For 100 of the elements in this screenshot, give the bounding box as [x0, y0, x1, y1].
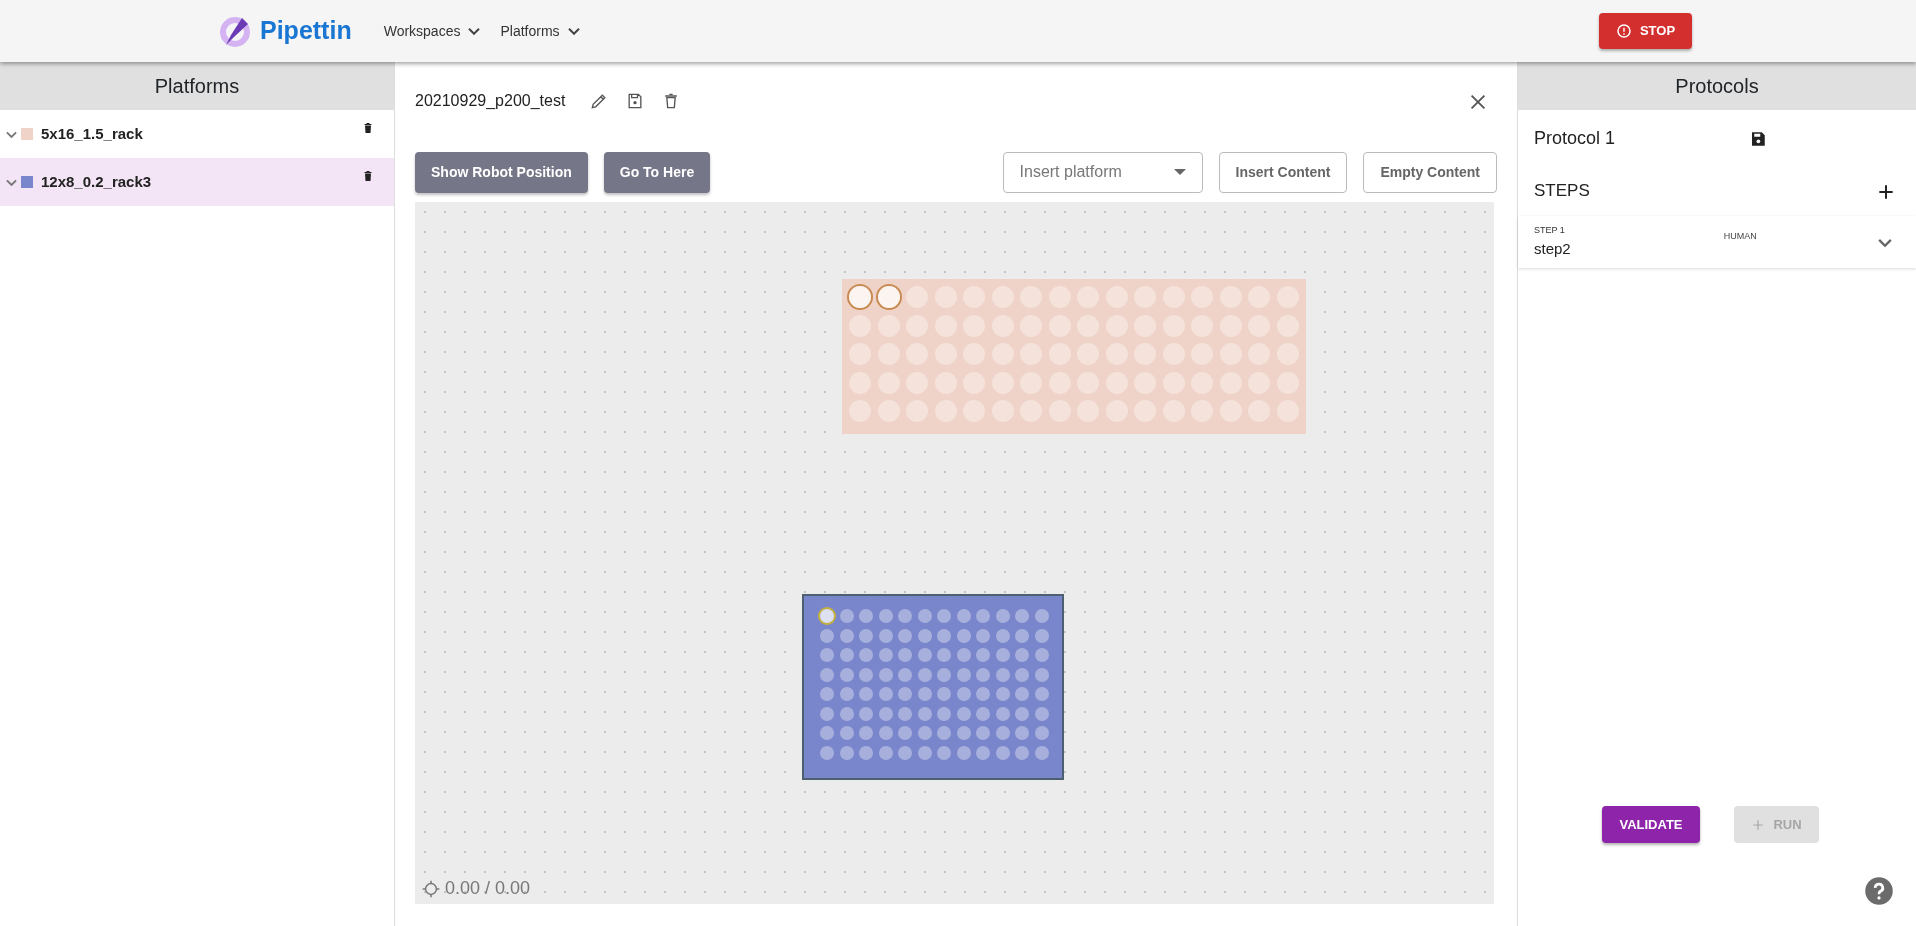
well[interactable]	[839, 667, 854, 682]
well[interactable]	[859, 706, 873, 721]
platform-item[interactable]: 5x16_1.5_rack	[0, 110, 394, 158]
well[interactable]	[995, 706, 1010, 721]
well[interactable]	[956, 706, 971, 721]
well[interactable]	[839, 687, 854, 701]
step-card[interactable]: STEP 1 step2 HUMAN	[1518, 216, 1916, 268]
well[interactable]	[937, 745, 951, 760]
well[interactable]	[1015, 745, 1029, 760]
well[interactable]	[1034, 648, 1049, 662]
well[interactable]	[956, 745, 971, 760]
well[interactable]	[1015, 726, 1029, 740]
action-button[interactable]: Show Robot Position	[415, 151, 588, 193]
chevron-down-icon[interactable]	[6, 130, 17, 138]
save-icon[interactable]	[1749, 129, 1768, 148]
well[interactable]	[839, 706, 854, 721]
well[interactable]	[898, 667, 912, 682]
well[interactable]	[937, 667, 951, 682]
well[interactable]	[820, 628, 834, 643]
well[interactable]	[859, 687, 873, 701]
well[interactable]	[898, 628, 912, 643]
well[interactable]	[995, 667, 1010, 682]
well[interactable]	[1034, 745, 1049, 760]
well[interactable]	[956, 628, 971, 643]
well[interactable]	[995, 745, 1010, 760]
well[interactable]	[995, 628, 1010, 643]
well[interactable]	[878, 726, 893, 740]
well[interactable]	[917, 726, 932, 740]
well[interactable]	[976, 745, 990, 760]
well[interactable]	[1034, 609, 1049, 623]
well[interactable]	[937, 628, 951, 643]
well[interactable]	[976, 609, 990, 623]
well[interactable]	[1015, 648, 1029, 662]
well[interactable]	[976, 667, 990, 682]
well[interactable]	[859, 609, 873, 623]
well[interactable]	[1015, 609, 1029, 623]
well[interactable]	[859, 745, 873, 760]
well[interactable]	[839, 648, 854, 662]
well[interactable]	[839, 609, 854, 623]
well[interactable]	[878, 687, 893, 701]
well[interactable]	[976, 648, 990, 662]
well[interactable]	[898, 648, 912, 662]
well[interactable]	[995, 687, 1010, 701]
well[interactable]	[1015, 628, 1029, 643]
stop-button[interactable]: STOP	[1599, 13, 1692, 49]
platform-item[interactable]: 12x8_0.2_rack3	[0, 158, 394, 206]
well[interactable]	[995, 609, 1010, 623]
help-icon[interactable]	[1864, 876, 1894, 906]
well[interactable]	[898, 687, 912, 701]
well[interactable]	[956, 667, 971, 682]
well[interactable]	[956, 726, 971, 740]
well[interactable]	[820, 609, 834, 623]
rack[interactable]	[802, 594, 1064, 780]
well[interactable]	[898, 706, 912, 721]
well[interactable]	[859, 648, 873, 662]
well[interactable]	[956, 648, 971, 662]
well[interactable]	[976, 726, 990, 740]
well[interactable]	[898, 726, 912, 740]
well[interactable]	[878, 667, 893, 682]
well[interactable]	[1015, 687, 1029, 701]
well[interactable]	[839, 726, 854, 740]
well[interactable]	[878, 648, 893, 662]
well[interactable]	[820, 667, 834, 682]
well[interactable]	[937, 687, 951, 701]
well[interactable]	[1034, 667, 1049, 682]
well[interactable]	[1015, 706, 1029, 721]
well[interactable]	[820, 687, 834, 701]
well[interactable]	[878, 745, 893, 760]
nav-menu[interactable]: Platforms	[494, 19, 586, 43]
well[interactable]	[976, 706, 990, 721]
platform-select[interactable]: Insert platform	[1002, 151, 1203, 193]
well[interactable]	[917, 609, 932, 623]
well[interactable]	[877, 286, 900, 308]
validate-button[interactable]: VALIDATE	[1602, 806, 1700, 843]
well[interactable]	[839, 745, 854, 760]
trash-icon[interactable]	[362, 168, 374, 183]
nav-menu[interactable]: Workspaces	[377, 19, 487, 43]
well[interactable]	[849, 286, 871, 308]
well[interactable]	[976, 628, 990, 643]
well[interactable]	[859, 628, 873, 643]
well[interactable]	[878, 609, 893, 623]
content-button[interactable]: Insert Content	[1218, 151, 1348, 193]
well[interactable]	[956, 687, 971, 701]
well[interactable]	[917, 706, 932, 721]
well[interactable]	[859, 726, 873, 740]
well[interactable]	[917, 745, 932, 760]
content-button[interactable]: Empty Content	[1363, 151, 1497, 193]
well[interactable]	[937, 706, 951, 721]
chevron-down-icon[interactable]	[6, 178, 17, 186]
well[interactable]	[1034, 628, 1049, 643]
well[interactable]	[917, 648, 932, 662]
well[interactable]	[859, 667, 873, 682]
well[interactable]	[995, 648, 1010, 662]
well[interactable]	[995, 726, 1010, 740]
chevron-down-icon[interactable]	[1878, 238, 1892, 248]
well[interactable]	[937, 609, 951, 623]
well[interactable]	[917, 628, 932, 643]
well[interactable]	[878, 706, 893, 721]
well[interactable]	[1034, 687, 1049, 701]
well[interactable]	[820, 745, 834, 760]
